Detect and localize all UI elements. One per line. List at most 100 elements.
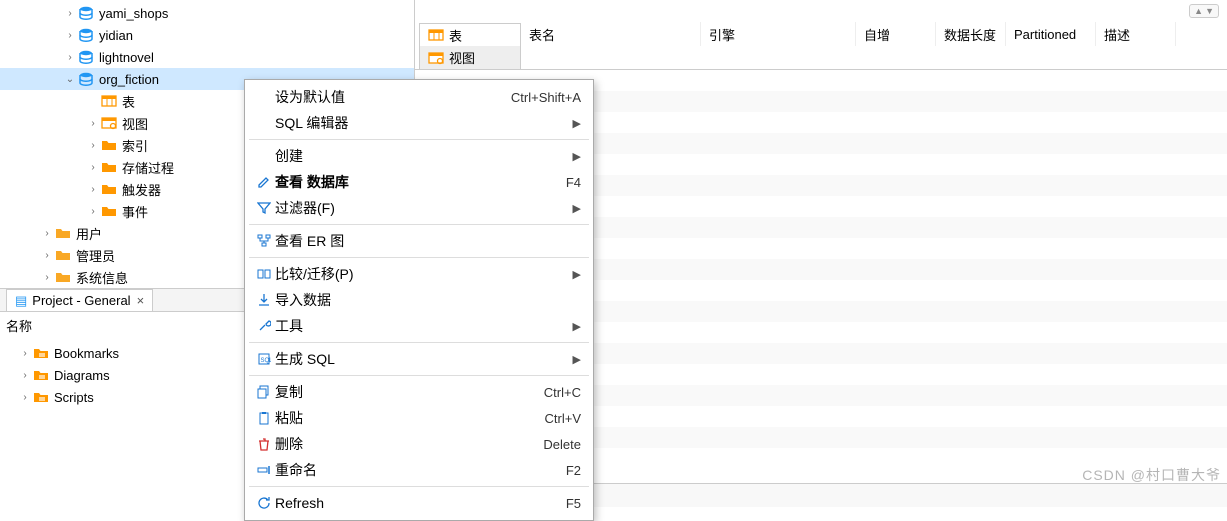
chevron-right-icon: ▶ — [573, 353, 581, 366]
expand-arrow-icon[interactable]: › — [40, 228, 54, 239]
import-icon — [253, 293, 275, 307]
chevron-right-icon: ▶ — [573, 117, 581, 130]
folder-icon — [54, 269, 72, 285]
menu-item[interactable]: 设为默认值Ctrl+Shift+A — [245, 84, 593, 110]
tree-item-label: 系统信息 — [76, 268, 128, 287]
pencil-icon — [253, 175, 275, 189]
tools-icon — [253, 319, 275, 333]
database-icon — [77, 27, 95, 43]
expand-arrow-icon[interactable]: › — [86, 184, 100, 195]
menu-item-label: Refresh — [275, 495, 566, 511]
tree-item[interactable]: › yidian — [0, 24, 414, 46]
menu-item-label: SQL 编辑器 — [275, 113, 573, 133]
expand-arrow-icon[interactable]: › — [86, 162, 100, 173]
column-header[interactable]: 表名 — [521, 22, 701, 46]
tab-label: 视图 — [449, 48, 475, 67]
tree-item[interactable]: › yami_shops — [0, 2, 414, 24]
expand-arrow-icon[interactable]: › — [86, 140, 100, 151]
column-header[interactable]: 描述 — [1096, 22, 1176, 46]
menu-item[interactable]: 比较/迁移(P)▶ — [245, 261, 593, 287]
expand-arrow-icon[interactable]: › — [18, 348, 32, 359]
expand-arrow-icon[interactable]: › — [63, 30, 77, 41]
menu-item[interactable]: 粘贴Ctrl+V — [245, 405, 593, 431]
column-header[interactable]: 引擎 — [701, 22, 856, 46]
menu-item[interactable]: 导入数据 — [245, 287, 593, 313]
menu-item-label: 创建 — [275, 146, 573, 166]
menu-item-label: 生成 SQL — [275, 349, 573, 369]
menu-item[interactable]: 复制Ctrl+C — [245, 379, 593, 405]
column-header[interactable]: Partitioned — [1006, 22, 1096, 46]
tree-item-label: 视图 — [122, 114, 148, 133]
tree-item-label: yidian — [99, 28, 133, 43]
detail-tabs: 表视图 — [415, 22, 521, 69]
menu-separator — [249, 342, 589, 343]
menu-item[interactable]: SQL生成 SQL▶ — [245, 346, 593, 372]
menu-shortcut: F2 — [566, 463, 581, 478]
tree-item-label: 存储过程 — [122, 158, 174, 177]
menu-item[interactable]: 删除Delete — [245, 431, 593, 457]
expand-arrow-icon[interactable]: ⌄ — [63, 74, 77, 85]
chevron-down-icon: ▼ — [1205, 6, 1214, 16]
menu-separator — [249, 257, 589, 258]
expand-arrow-icon[interactable]: › — [40, 250, 54, 261]
tree-item-label: 用户 — [76, 224, 102, 243]
tree-item-label: yami_shops — [99, 6, 168, 21]
paste-icon — [253, 411, 275, 425]
tree-item-label: lightnovel — [99, 50, 154, 65]
expand-arrow-icon[interactable]: › — [18, 392, 32, 403]
collapse-toggle[interactable]: ▲ ▼ — [1189, 4, 1219, 18]
expand-arrow-icon[interactable]: › — [40, 272, 54, 283]
menu-separator — [249, 139, 589, 140]
menu-shortcut: F4 — [566, 175, 581, 190]
menu-item[interactable]: 工具▶ — [245, 313, 593, 339]
menu-item-label: 过滤器(F) — [275, 198, 573, 218]
expand-arrow-icon[interactable]: › — [63, 52, 77, 63]
svg-text:SQL: SQL — [261, 358, 272, 364]
table-icon — [428, 28, 444, 42]
menu-item[interactable]: 查看 ER 图 — [245, 228, 593, 254]
menu-shortcut: Ctrl+C — [544, 385, 581, 400]
menu-item[interactable]: 查看 数据库F4 — [245, 169, 593, 195]
folder-icon — [100, 159, 118, 175]
right-top-strip: ▲ ▼ — [415, 0, 1227, 22]
expand-arrow-icon[interactable]: › — [86, 118, 100, 129]
project-tab-label: Project - General — [32, 293, 130, 308]
tree-item-label: 事件 — [122, 202, 148, 221]
menu-item[interactable]: RefreshF5 — [245, 490, 593, 516]
tree-item-label: Diagrams — [54, 368, 110, 383]
project-tab[interactable]: ▤ Project - General × — [6, 289, 153, 311]
menu-shortcut: F5 — [566, 496, 581, 511]
folder-icon — [32, 345, 50, 361]
menu-item[interactable]: 重命名F2 — [245, 457, 593, 483]
folder-icon — [100, 181, 118, 197]
menu-item-label: 复制 — [275, 382, 544, 402]
expand-arrow-icon[interactable]: › — [18, 370, 32, 381]
column-header[interactable]: 自增 — [856, 22, 936, 46]
menu-item[interactable]: 创建▶ — [245, 143, 593, 169]
menu-item[interactable]: 过滤器(F)▶ — [245, 195, 593, 221]
close-icon[interactable]: × — [137, 293, 145, 308]
menu-item-label: 比较/迁移(P) — [275, 264, 573, 284]
rename-icon — [253, 463, 275, 477]
menu-separator — [249, 486, 589, 487]
folder-icon — [100, 137, 118, 153]
tree-item[interactable]: › lightnovel — [0, 46, 414, 68]
chevron-right-icon: ▶ — [573, 320, 581, 333]
detail-tab[interactable]: 表 — [419, 23, 521, 46]
expand-arrow-icon[interactable]: › — [63, 8, 77, 19]
table-header: 表名引擎自增数据长度Partitioned描述 — [521, 22, 1227, 46]
menu-item[interactable]: SQL 编辑器▶ — [245, 110, 593, 136]
trash-icon — [253, 437, 275, 451]
chevron-right-icon: ▶ — [573, 150, 581, 163]
detail-tab[interactable]: 视图 — [419, 46, 521, 69]
menu-shortcut: Ctrl+Shift+A — [511, 90, 581, 105]
context-menu: 设为默认值Ctrl+Shift+ASQL 编辑器▶创建▶查看 数据库F4过滤器(… — [244, 79, 594, 521]
tree-item-label: 触发器 — [122, 180, 161, 199]
column-header[interactable]: 数据长度 — [936, 22, 1006, 46]
tree-item-label: Bookmarks — [54, 346, 119, 361]
folder-icon — [54, 247, 72, 263]
menu-item-label: 查看 数据库 — [275, 172, 566, 192]
menu-item-label: 工具 — [275, 316, 573, 336]
expand-arrow-icon[interactable]: › — [86, 206, 100, 217]
folder-icon — [54, 225, 72, 241]
